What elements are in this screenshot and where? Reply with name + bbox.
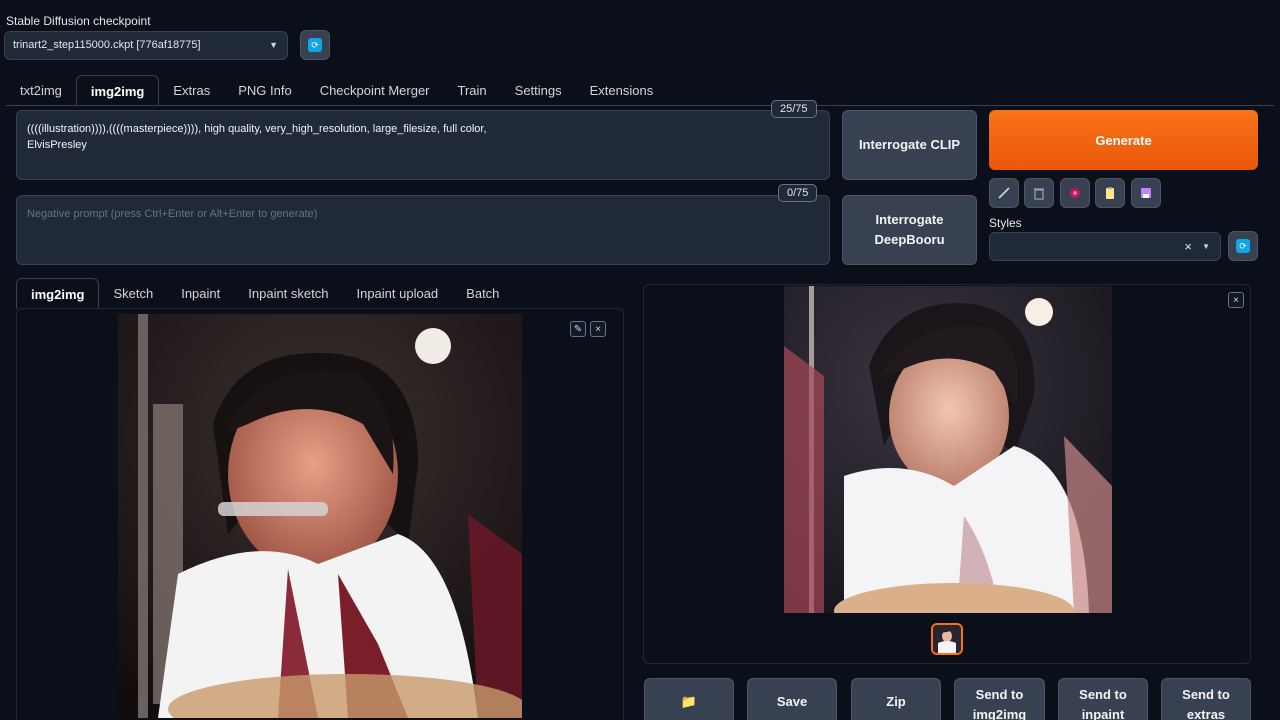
close-icon: × bbox=[595, 323, 601, 335]
clipboard-icon bbox=[1106, 187, 1114, 199]
brush-button[interactable] bbox=[989, 178, 1019, 208]
refresh-icon: ⟳ bbox=[308, 38, 322, 52]
chevron-down-icon: ▼ bbox=[269, 40, 278, 50]
interrogate-clip-button[interactable]: Interrogate CLIP bbox=[842, 110, 977, 180]
styles-select[interactable]: × ▼ bbox=[989, 232, 1221, 261]
style-icon bbox=[1070, 188, 1080, 198]
send-to-extras-label-2: extras bbox=[1186, 707, 1226, 720]
close-gallery-button[interactable]: × bbox=[1228, 292, 1244, 308]
tab-img2img[interactable]: img2img bbox=[75, 75, 160, 106]
checkpoint-label: Stable Diffusion checkpoint bbox=[6, 14, 151, 28]
subtab-inpaint[interactable]: Inpaint bbox=[167, 278, 234, 309]
output-image[interactable] bbox=[784, 286, 1112, 613]
refresh-styles-button[interactable]: ⟳ bbox=[1228, 231, 1258, 261]
save-disk-icon bbox=[1141, 188, 1151, 198]
subtab-inpaint-sketch[interactable]: Inpaint sketch bbox=[234, 278, 342, 309]
subtab-batch[interactable]: Batch bbox=[452, 278, 513, 309]
prompt-token-counter: 25/75 bbox=[771, 100, 817, 118]
tab-png-info[interactable]: PNG Info bbox=[224, 75, 305, 106]
close-icon: × bbox=[1233, 294, 1239, 306]
img2img-subtabs: img2img Sketch Inpaint Inpaint sketch In… bbox=[16, 278, 513, 309]
trash-icon bbox=[1034, 188, 1044, 200]
clipboard-button[interactable] bbox=[1095, 178, 1125, 208]
tab-extras[interactable]: Extras bbox=[159, 75, 224, 106]
styles-label: Styles bbox=[989, 216, 1022, 230]
thumbnail-image bbox=[933, 625, 961, 653]
save-label: Save bbox=[776, 694, 808, 709]
negative-prompt-token-counter: 0/75 bbox=[778, 184, 818, 202]
interrogate-deepbooru-label-2: DeepBooru bbox=[874, 232, 945, 247]
send-to-extras-button[interactable]: Send to extras bbox=[1161, 678, 1251, 720]
pencil-icon: ✎ bbox=[573, 323, 583, 335]
tab-extensions[interactable]: Extensions bbox=[576, 75, 668, 106]
send-to-img2img-label-1: Send to bbox=[975, 687, 1024, 702]
style-button[interactable] bbox=[1060, 178, 1090, 208]
trash-button[interactable] bbox=[1024, 178, 1054, 208]
checkpoint-select[interactable]: trinart2_step115000.ckpt [776af18775] ▼ bbox=[4, 31, 288, 60]
save-button[interactable]: Save bbox=[747, 678, 837, 720]
generate-label: Generate bbox=[1095, 132, 1152, 148]
interrogate-clip-label: Interrogate CLIP bbox=[858, 137, 961, 152]
refresh-checkpoint-button[interactable]: ⟳ bbox=[300, 30, 330, 60]
folder-icon: 📁 bbox=[680, 694, 698, 709]
subtab-inpaint-upload[interactable]: Inpaint upload bbox=[342, 278, 452, 309]
send-to-inpaint-label-2: inpaint bbox=[1081, 707, 1125, 720]
interrogate-deepbooru-button[interactable]: Interrogate DeepBooru bbox=[842, 195, 977, 265]
zip-label: Zip bbox=[886, 694, 906, 709]
input-photo bbox=[118, 314, 522, 718]
brush-icon bbox=[998, 187, 1010, 199]
tab-settings[interactable]: Settings bbox=[501, 75, 576, 106]
negative-prompt-textarea[interactable]: Negative prompt (press Ctrl+Enter or Alt… bbox=[16, 195, 830, 265]
interrogate-deepbooru-label-1: Interrogate bbox=[875, 212, 944, 227]
main-tabs: txt2img img2img Extras PNG Info Checkpoi… bbox=[6, 75, 667, 106]
zip-button[interactable]: Zip bbox=[851, 678, 941, 720]
tab-checkpoint-merger[interactable]: Checkpoint Merger bbox=[306, 75, 444, 106]
subtab-img2img[interactable]: img2img bbox=[16, 278, 100, 309]
subtab-sketch[interactable]: Sketch bbox=[99, 278, 167, 309]
tab-txt2img[interactable]: txt2img bbox=[6, 75, 76, 106]
prompt-text-line2: ElvisPresley bbox=[27, 139, 87, 151]
prompt-textarea[interactable]: ((((illustration)))),((((masterpiece))))… bbox=[16, 110, 830, 180]
checkpoint-value: trinart2_step115000.ckpt [776af18775] bbox=[13, 39, 201, 51]
edit-image-button[interactable]: ✎ bbox=[570, 321, 586, 337]
send-to-inpaint-button[interactable]: Send to inpaint bbox=[1058, 678, 1148, 720]
chevron-down-icon: ▼ bbox=[1202, 242, 1210, 251]
send-to-img2img-label-2: img2img bbox=[972, 707, 1027, 720]
negative-prompt-placeholder: Negative prompt (press Ctrl+Enter or Alt… bbox=[27, 208, 318, 220]
gallery-thumbnail[interactable] bbox=[931, 623, 963, 655]
open-folder-button[interactable]: 📁 bbox=[644, 678, 734, 720]
send-to-inpaint-label-1: Send to bbox=[1079, 687, 1127, 702]
prompt-text-line1: ((((illustration)))),((((masterpiece))))… bbox=[27, 123, 487, 135]
tab-divider bbox=[6, 105, 1274, 106]
send-to-extras-label-1: Send to bbox=[1182, 687, 1230, 702]
output-painting bbox=[784, 286, 1112, 613]
generate-button[interactable]: Generate bbox=[989, 110, 1258, 170]
close-icon[interactable]: × bbox=[1184, 239, 1192, 254]
input-image[interactable] bbox=[118, 314, 522, 718]
send-to-img2img-button[interactable]: Send to img2img bbox=[954, 678, 1045, 720]
refresh-icon: ⟳ bbox=[1236, 239, 1250, 253]
save-style-button[interactable] bbox=[1131, 178, 1161, 208]
clear-image-button[interactable]: × bbox=[590, 321, 606, 337]
tab-train[interactable]: Train bbox=[444, 75, 501, 106]
